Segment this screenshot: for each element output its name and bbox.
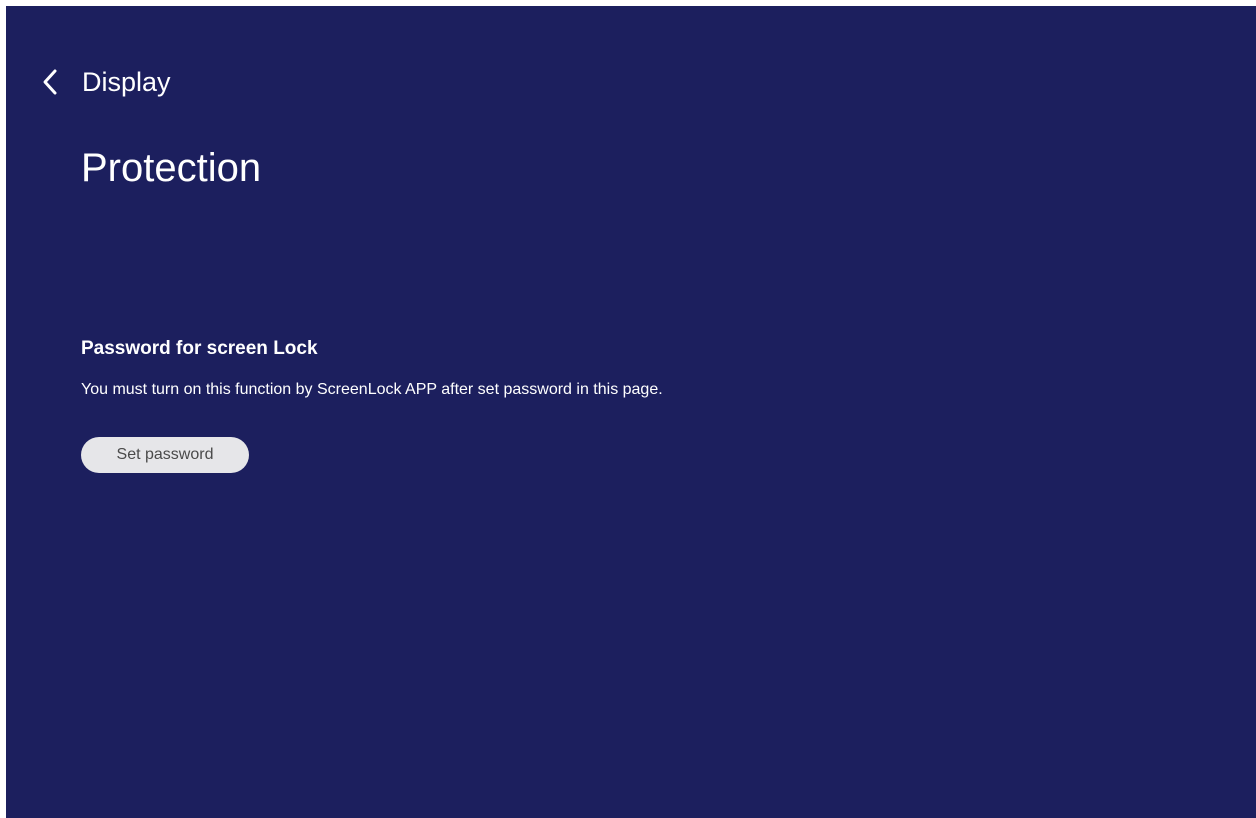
set-password-button[interactable]: Set password <box>81 437 249 473</box>
back-button[interactable]: Display <box>36 58 171 106</box>
section-title: Password for screen Lock <box>81 338 318 359</box>
back-label[interactable]: Display <box>82 67 171 98</box>
section-description: You must turn on this function by Screen… <box>81 381 663 398</box>
settings-screen: Display Protection Password for screen L… <box>6 6 1256 818</box>
chevron-left-icon[interactable] <box>36 68 64 96</box>
page-title: Protection <box>81 146 262 190</box>
